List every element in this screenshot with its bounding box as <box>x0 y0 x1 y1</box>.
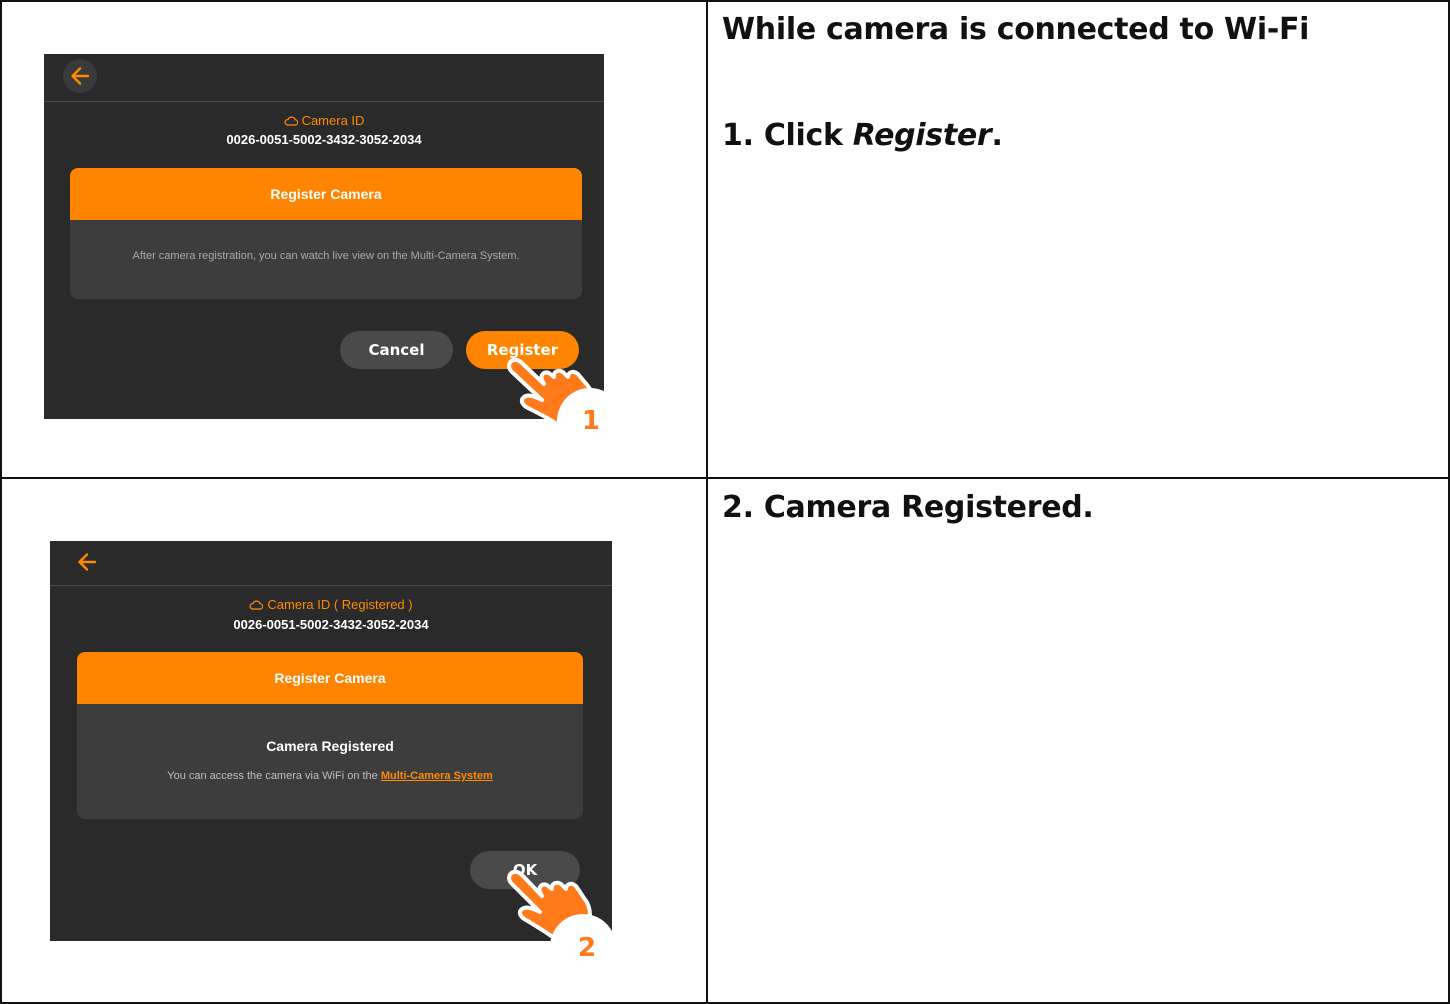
camera-id-label: Camera ID <box>44 113 604 129</box>
camera-id-value: 0026-0051-5002-3432-3052-2034 <box>226 132 422 147</box>
register-camera-dialog: Register Camera Camera Registered You ca… <box>77 652 583 819</box>
multi-camera-system-link[interactable]: Multi-Camera System <box>381 770 493 782</box>
cloud-icon <box>249 598 264 613</box>
callout-number-1: 1 <box>582 406 601 436</box>
step-1-instruction-suffix: . <box>991 118 1003 153</box>
registered-title: Camera Registered <box>266 738 394 754</box>
camera-id-value: 0026-0051-5002-3432-3052-2034 <box>233 617 429 632</box>
step-1-heading: While camera is connected to Wi-Fi <box>722 12 1310 47</box>
step-1-instruction-emphasis: Register <box>852 118 992 153</box>
screen-top-bar <box>50 541 612 586</box>
back-button[interactable] <box>63 59 97 93</box>
dialog-header: Register Camera <box>77 652 583 704</box>
camera-register-screen: Camera ID 0026-0051-5002-3432-3052-2034 … <box>44 54 604 419</box>
callout-number-2: 2 <box>578 933 597 963</box>
back-button[interactable] <box>70 545 104 579</box>
camera-id-label-text: Camera ID ( Registered ) <box>267 597 413 612</box>
camera-registered-screen: Camera ID ( Registered ) 0026-0051-5002-… <box>50 541 612 941</box>
step-1-instruction: 1. Click Register. <box>722 118 1003 153</box>
registered-message: You can access the camera via WiFi on th… <box>77 770 583 782</box>
dialog-message: After camera registration, you can watch… <box>132 250 520 262</box>
back-arrow-icon <box>71 67 90 85</box>
screen-top-bar <box>44 54 604 102</box>
table-column-divider <box>706 0 708 1004</box>
register-camera-dialog: Register Camera After camera registratio… <box>70 168 582 299</box>
register-button[interactable]: Register <box>466 331 579 369</box>
cancel-button[interactable]: Cancel <box>340 331 453 369</box>
step-2-instruction: 2. Camera Registered. <box>722 490 1094 525</box>
back-arrow-icon <box>78 553 97 571</box>
step-1-instruction-prefix: 1. Click <box>722 118 853 153</box>
registered-message-text: You can access the camera via WiFi on th… <box>167 770 381 782</box>
cloud-icon <box>284 114 298 129</box>
dialog-header: Register Camera <box>70 168 582 220</box>
ok-button[interactable]: OK <box>470 851 580 889</box>
table-row-divider <box>0 477 1450 479</box>
camera-id-label-text: Camera ID <box>301 113 365 128</box>
camera-id-label: Camera ID ( Registered ) <box>50 597 612 613</box>
